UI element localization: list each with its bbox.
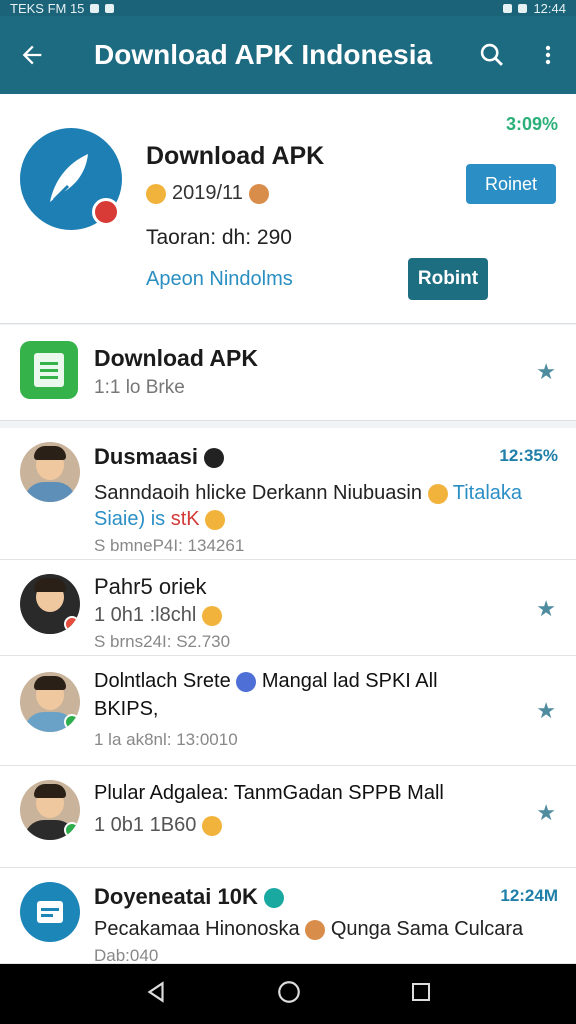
app-logo bbox=[20, 128, 122, 230]
status-bar: TEKS FM 15 12:44 bbox=[0, 0, 576, 16]
app-meta-text: 2019/11 bbox=[172, 182, 243, 204]
status-left-text: TEKS FM 15 bbox=[10, 0, 85, 16]
emoji-icon bbox=[248, 183, 269, 204]
item-name: Plular Adgalea: TanmGadan SPPB Mall bbox=[94, 782, 444, 804]
item-time: 12:24M bbox=[500, 886, 558, 905]
list-item[interactable]: Doyeneatai 10K 12:24M Pecakamaa Hinonosk… bbox=[0, 868, 576, 965]
item-text: Sanndaoih hlicke Derkann Niubuasin Tital… bbox=[94, 482, 523, 504]
nav-recents-button[interactable] bbox=[409, 980, 433, 1009]
item-time: 12:35% bbox=[499, 446, 558, 465]
avatar bbox=[20, 672, 80, 732]
developer-link[interactable]: Apeon Nindolms bbox=[146, 268, 293, 291]
item-meta: Dab:040 bbox=[94, 946, 159, 965]
overflow-menu-button[interactable] bbox=[520, 16, 576, 94]
more-vert-icon bbox=[545, 45, 551, 65]
item-text: Pecakamaa Hinonoska Qunga Sama Culcara bbox=[94, 918, 524, 940]
signal-icon bbox=[503, 3, 513, 13]
list-item[interactable]: Pahr5 oriek 1 0h1 :l8chl S brns24I: S2.7… bbox=[0, 560, 576, 656]
list-item[interactable]: Dolntlach Srete Mangal lad SPKI All BKIP… bbox=[0, 656, 576, 766]
item-text: 1 0h1 :l8chl bbox=[94, 604, 222, 627]
app-name: Download APK bbox=[146, 142, 325, 170]
card-subtitle: 1:1 lo Brke bbox=[94, 377, 185, 398]
notification-icon bbox=[90, 3, 100, 13]
card-icon bbox=[37, 901, 63, 923]
item-text-line2: BKIPS, bbox=[94, 698, 159, 720]
app-avatar bbox=[20, 882, 80, 942]
notification-icon bbox=[105, 3, 115, 13]
emoji-icon bbox=[146, 183, 166, 204]
item-name: Pahr5 oriek bbox=[94, 574, 207, 599]
item-name: Dusmaasi bbox=[94, 444, 225, 470]
open-button[interactable]: Robint bbox=[408, 258, 488, 300]
app-list-card[interactable]: Download APK 1:1 lo Brke ★ bbox=[0, 325, 576, 421]
feed-list: Dusmaasi 12:35% Sanndaoih hlicke Derkann… bbox=[0, 428, 576, 965]
arrow-left-icon bbox=[22, 45, 42, 65]
nav-back-button[interactable] bbox=[143, 979, 169, 1010]
verified-icon bbox=[236, 671, 257, 692]
star-icon[interactable]: ★ bbox=[536, 359, 556, 385]
star-icon[interactable]: ★ bbox=[536, 698, 556, 724]
item-meta: S brns24I: S2.730 bbox=[94, 632, 231, 651]
search-button[interactable] bbox=[464, 16, 520, 94]
verified-icon bbox=[263, 888, 284, 909]
emoji-icon bbox=[201, 815, 222, 836]
item-name: Doyeneatai 10K bbox=[94, 884, 284, 910]
list-item[interactable]: Dusmaasi 12:35% Sanndaoih hlicke Derkann… bbox=[0, 428, 576, 560]
item-text: Dolntlach Srete Mangal lad SPKI All bbox=[94, 670, 438, 692]
search-icon bbox=[480, 43, 503, 66]
app-toolbar: Download APK Indonesia bbox=[0, 16, 576, 94]
app-meta: 2019/11 bbox=[146, 182, 269, 205]
item-meta: 1 la ak8nl: 13:0010 bbox=[94, 730, 238, 749]
avatar bbox=[20, 574, 80, 634]
app-size: Taoran: dh: 290 bbox=[146, 226, 292, 249]
status-time: 12:44 bbox=[533, 0, 566, 16]
featured-app-card[interactable]: 3:09% Download APK 2019/11 Taoran: dh: 2… bbox=[0, 94, 576, 324]
progress-percent: 3:09% bbox=[505, 114, 558, 134]
system-nav-bar bbox=[0, 964, 576, 1024]
document-app-icon bbox=[20, 341, 78, 399]
lock-icon bbox=[427, 483, 448, 504]
emoji-icon bbox=[201, 605, 222, 626]
item-meta: S bmneP4I: 134261 bbox=[94, 536, 245, 555]
nav-back-icon bbox=[147, 980, 164, 1003]
nav-home-button[interactable] bbox=[276, 979, 302, 1010]
nav-home-icon bbox=[278, 980, 300, 1003]
emoji-icon bbox=[205, 509, 226, 530]
emoji-icon bbox=[204, 448, 225, 469]
item-text-line2: Siaie) is stK bbox=[94, 508, 226, 531]
back-button[interactable] bbox=[0, 16, 64, 94]
logo-badge-icon bbox=[92, 198, 120, 226]
star-icon[interactable]: ★ bbox=[536, 596, 556, 622]
card-title: Download APK bbox=[94, 345, 258, 371]
avatar bbox=[20, 780, 80, 840]
avatar bbox=[20, 442, 80, 502]
install-button[interactable]: Roinet bbox=[466, 164, 556, 204]
item-text: 1 0b1 1B60 bbox=[94, 814, 222, 837]
list-item[interactable]: Plular Adgalea: TanmGadan SPPB Mall 1 0b… bbox=[0, 766, 576, 868]
battery-icon bbox=[518, 3, 528, 13]
page-title: Download APK Indonesia bbox=[94, 39, 433, 70]
nav-recents-icon bbox=[411, 982, 430, 1001]
star-icon[interactable]: ★ bbox=[536, 800, 556, 826]
emoji-icon bbox=[305, 919, 326, 940]
